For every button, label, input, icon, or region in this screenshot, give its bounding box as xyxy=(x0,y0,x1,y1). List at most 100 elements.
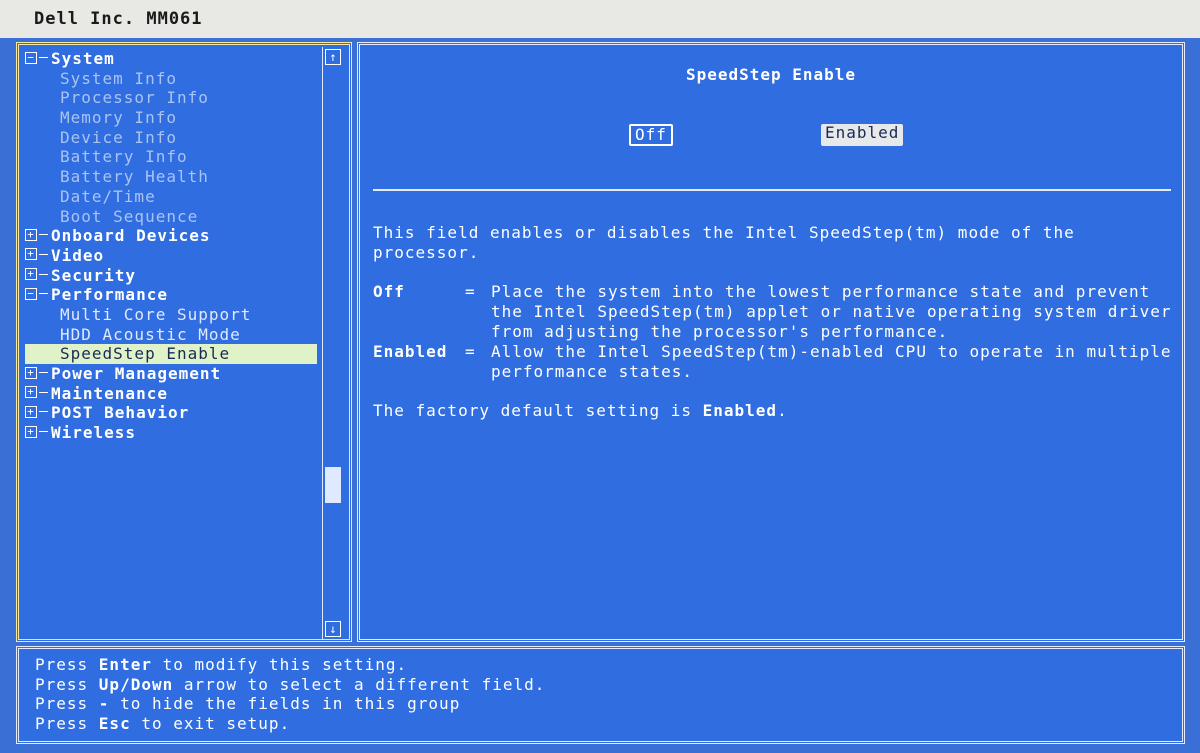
tree-item-label: Video xyxy=(51,245,105,265)
tree-group-onboard-devices[interactable]: + Onboard Devices xyxy=(25,226,321,246)
collapse-icon[interactable]: − xyxy=(25,287,37,300)
definition-row: Off = Place the system into the lowest per… xyxy=(373,282,1173,342)
key-help-line: Press Esc to exit setup. xyxy=(35,714,545,734)
tree-item-battery-info[interactable]: Battery Info xyxy=(25,147,321,167)
tree-connector xyxy=(39,293,48,295)
expand-icon[interactable]: + xyxy=(25,248,37,261)
tree-group-maintenance[interactable]: + Maintenance xyxy=(25,384,321,404)
key-help-post: arrow to select a different field. xyxy=(173,674,546,694)
tree-item-label: SpeedStep Enable xyxy=(60,344,231,364)
expand-icon[interactable]: + xyxy=(25,386,37,399)
tree-group-video[interactable]: + Video xyxy=(25,246,321,266)
scroll-down-arrow-icon[interactable]: ↓ xyxy=(325,621,341,637)
key-help-line: Press Up/Down arrow to select a differen… xyxy=(35,675,545,695)
definition-term: Enabled xyxy=(373,342,448,361)
setting-description: This field enables or disables the Intel… xyxy=(373,223,1075,262)
factory-default-note: The factory default setting is Enabled. xyxy=(373,401,1173,421)
divider xyxy=(373,189,1171,191)
option-definitions: Off = Place the system into the lowest per… xyxy=(373,282,1173,382)
tree-item-label: System xyxy=(51,49,115,68)
definition-row: Enabled = Allow the Intel SpeedStep(tm)-en… xyxy=(373,342,1173,382)
tree-item-multi-core-support[interactable]: Multi Core Support xyxy=(25,305,321,325)
tree-item-label: System Info xyxy=(60,68,177,88)
tree-group-security[interactable]: + Security xyxy=(25,266,321,286)
tree-item-label: Date/Time xyxy=(60,186,156,206)
key-help-line: Press - to hide the fields in this group xyxy=(35,694,545,714)
tree-item-label: Multi Core Support xyxy=(60,304,252,324)
tree-group-post-behavior[interactable]: + POST Behavior xyxy=(25,403,321,423)
key-help-post: to hide the fields in this group xyxy=(109,694,461,713)
key-help-key: Up/Down xyxy=(98,674,174,694)
tree-item-processor-info[interactable]: Processor Info xyxy=(25,88,321,108)
settings-tree-pane: − System System Info Processor Info Memory I… xyxy=(16,42,352,642)
tree-group-wireless[interactable]: + Wireless xyxy=(25,423,321,443)
default-value: Enabled xyxy=(702,401,778,420)
tree-item-label: Wireless xyxy=(51,423,137,443)
tree-item-hdd-acoustic-mode[interactable]: HDD Acoustic Mode xyxy=(25,325,321,345)
bios-screen: Dell Inc. MM061 − System System Info Proces… xyxy=(0,0,1200,753)
tree-item-label: Security xyxy=(51,265,137,285)
option-off-button[interactable]: Off xyxy=(629,124,673,146)
tree-item-label: HDD Acoustic Mode xyxy=(60,324,241,344)
tree-item-device-info[interactable]: Device Info xyxy=(25,128,321,148)
tree-item-label: Battery Info xyxy=(60,147,188,167)
key-help-key: - xyxy=(98,694,110,713)
key-help-post: to modify this setting. xyxy=(151,655,408,674)
scroll-up-arrow-icon[interactable]: ↑ xyxy=(325,49,341,65)
key-help-pre: Press xyxy=(35,674,99,694)
tree-group-power-management[interactable]: + Power Management xyxy=(25,364,321,384)
key-help-pre: Press xyxy=(35,713,99,733)
collapse-icon[interactable]: − xyxy=(25,51,37,64)
expand-icon[interactable]: + xyxy=(25,405,37,418)
tree-item-boot-sequence[interactable]: Boot Sequence xyxy=(25,207,321,227)
tree-item-label: POST Behavior xyxy=(51,403,190,423)
tree-connector xyxy=(39,57,48,58)
tree-item-battery-health[interactable]: Battery Health xyxy=(25,167,321,187)
key-help-key: Esc xyxy=(98,713,131,733)
expand-icon[interactable]: + xyxy=(25,268,37,281)
definition-eq: = xyxy=(465,282,476,301)
key-help-pre: Press xyxy=(35,655,99,674)
tree-item-label: Performance xyxy=(51,285,168,305)
definition-term: Off xyxy=(373,282,405,301)
tree-item-system-info[interactable]: System Info xyxy=(25,69,321,89)
setting-detail-pane: SpeedStep Enable Off Enabled This field … xyxy=(357,42,1185,642)
tree-item-label: Battery Health xyxy=(60,167,209,187)
tree-group-performance[interactable]: − Performance xyxy=(25,285,321,305)
tree-item-label: Onboard Devices xyxy=(51,226,211,246)
scroll-thumb[interactable] xyxy=(325,467,341,503)
tree-item-speedstep-enable[interactable]: SpeedStep Enable xyxy=(25,344,317,364)
tree-item-label: Device Info xyxy=(60,127,177,147)
tree-item-label: Memory Info xyxy=(60,108,177,128)
option-enabled-button[interactable]: Enabled xyxy=(821,124,904,146)
setting-title: SpeedStep Enable xyxy=(685,65,857,84)
tree-group-system[interactable]: − System xyxy=(25,49,321,69)
tree-item-label: Boot Sequence xyxy=(60,206,199,226)
tree-item-label: Maintenance xyxy=(51,383,168,403)
tree-connector xyxy=(39,372,48,373)
key-help-list: Press Enter to modify this setting. Press… xyxy=(35,655,545,733)
definition-text: Allow the Intel SpeedStep(tm)-enabled CP… xyxy=(491,342,1172,381)
window-title: Dell Inc. MM061 xyxy=(0,0,1200,38)
key-help-pane: Press Enter to modify this setting. Press… xyxy=(16,646,1185,744)
expand-icon[interactable]: + xyxy=(25,366,37,379)
definition-eq: = xyxy=(465,342,476,361)
default-suffix: . xyxy=(777,401,788,420)
default-prefix: The factory default setting is xyxy=(373,401,703,420)
key-help-pre: Press xyxy=(35,694,99,713)
tree-item-date-time[interactable]: Date/Time xyxy=(25,187,321,207)
settings-tree: − System System Info Processor Info Memory I… xyxy=(25,49,321,443)
key-help-post: to exit setup. xyxy=(130,713,291,733)
tree-connector xyxy=(39,411,48,413)
expand-icon[interactable]: + xyxy=(25,228,37,241)
expand-icon[interactable]: + xyxy=(25,425,37,438)
key-help-line: Press Enter to modify this setting. xyxy=(35,655,545,675)
tree-item-memory-info[interactable]: Memory Info xyxy=(25,108,321,128)
tree-connector xyxy=(39,253,48,255)
tree-scrollbar[interactable]: ↑ ↓ xyxy=(322,47,342,639)
tree-connector xyxy=(39,273,48,275)
tree-connector xyxy=(39,431,48,433)
setting-help: This field enables or disables the Intel… xyxy=(373,223,1173,440)
key-help-key: Enter xyxy=(98,655,152,674)
definition-text: Place the system into the lowest perform… xyxy=(491,282,1172,341)
